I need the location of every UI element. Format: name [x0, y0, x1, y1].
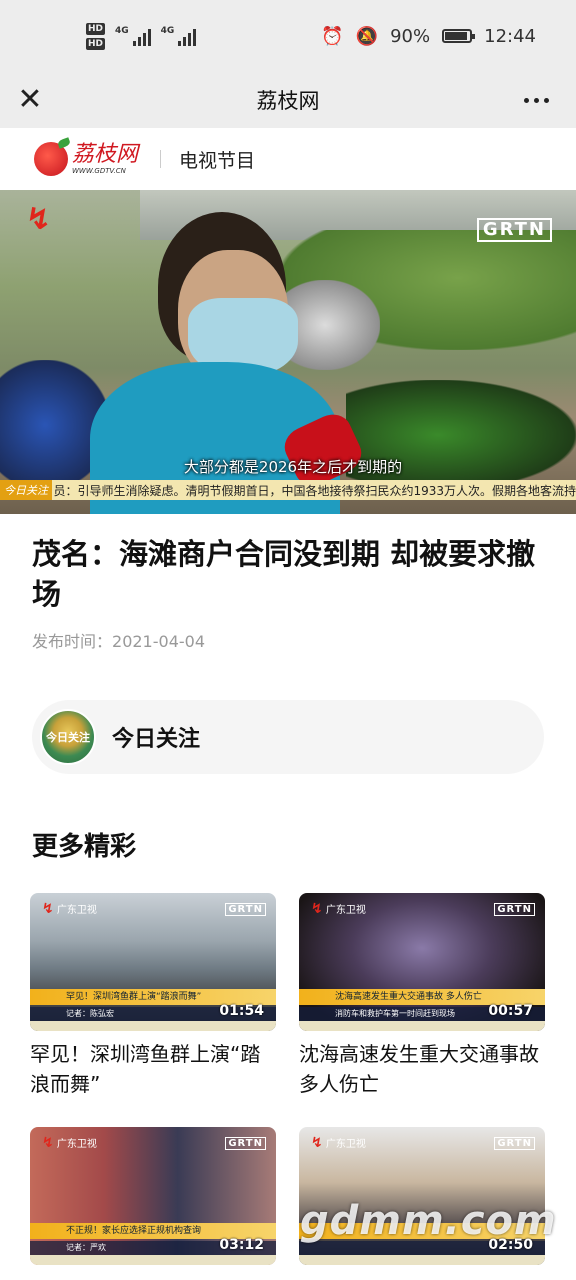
divider [160, 150, 162, 168]
publish-date: 2021-04-04 [112, 632, 205, 651]
section-title: 更多精彩 [32, 832, 137, 862]
channel-mark: GRTN [494, 1137, 535, 1150]
more-dots-icon[interactable] [516, 84, 556, 116]
site-logo[interactable]: 荔枝网 WWW.GDTV.CN [34, 142, 138, 176]
page-title: 荔枝网 [256, 89, 320, 113]
video-card[interactable]: ↯ 广东卫视 GRTN 不正规！家长应选择正规机构查询 记者：严欢 03:12 [30, 1127, 276, 1265]
video-thumbnail[interactable]: ↯ 广东卫视 GRTN 沈海高速发生重大交通事故 多人伤亡 消防车和救护车第一时… [299, 893, 545, 1031]
channel-label: ↯ 广东卫视 [42, 1135, 97, 1151]
ticker-tag: 今日关注 [4, 484, 48, 497]
status-bar: HD HD 4G 4G ⏰ 🔕 90% 12:44 [0, 0, 576, 72]
close-icon[interactable]: ✕ [14, 82, 46, 118]
nav-bar: ✕ 荔枝网 [0, 72, 576, 128]
ticker-text: 员：引导师生消除疑虑。清明节假期首日，中国各地接待祭扫民众约1933万人次。假期… [53, 483, 576, 498]
video-duration: 01:54 [219, 1003, 264, 1019]
channel-label: ↯ 广东卫视 [42, 901, 97, 917]
channel-mark: GRTN [494, 903, 535, 916]
news-ticker: 今日关注 员：引导师生消除疑虑。清明节假期首日，中国各地接待祭扫民众约1933万… [0, 480, 576, 500]
channel-mark: GRTN [225, 1137, 266, 1150]
video-title[interactable]: 罕见！深圳湾鱼群上演“踏浪而舞” [30, 1039, 276, 1099]
channel-mark: GRTN [476, 218, 552, 242]
follow-label: 今日关注 [112, 727, 201, 752]
signal-icon: 4G [115, 26, 151, 46]
video-title[interactable]: 沈海高速发生重大交通事故 多人伤亡 [299, 1039, 545, 1099]
battery-percent: 90% [390, 25, 431, 47]
video-card[interactable]: ↯ 广东卫视 GRTN 罕见！深圳湾鱼群上演“踏浪而舞” 记者：陈弘宏 01:5… [30, 893, 276, 1099]
video-thumbnail[interactable]: ↯ 广东卫视 GRTN 02:50 [299, 1127, 545, 1265]
article-title: 茂名：海滩商户合同没到期 却被要求撤场 [32, 537, 536, 611]
mute-bell-icon: 🔕 [355, 25, 379, 47]
video-thumbnail[interactable]: ↯ 广东卫视 GRTN 不正规！家长应选择正规机构查询 记者：严欢 03:12 [30, 1127, 276, 1265]
hd-badge: HD [86, 37, 106, 50]
channel-label: ↯ 广东卫视 [311, 901, 366, 917]
avatar: 今日关注 [40, 709, 96, 765]
channel-mark: GRTN [225, 903, 266, 916]
video-duration: 00:57 [488, 1003, 533, 1019]
publish-info: 发布时间：2021-04-04 [32, 628, 205, 652]
publish-label: 发布时间： [32, 632, 113, 651]
clock: 12:44 [484, 25, 536, 47]
battery-icon [442, 29, 476, 43]
logo-url: WWW.GDTV.CN [72, 167, 126, 175]
status-bar-right: ⏰ 🔕 90% 12:44 [321, 26, 536, 47]
alarm-icon: ⏰ [321, 25, 344, 47]
lychee-icon [34, 142, 68, 176]
video-card[interactable]: ↯ 广东卫视 GRTN 02:50 [299, 1127, 545, 1265]
hd-badge: HD [86, 22, 106, 35]
network-label: 4G [160, 26, 175, 36]
video-card[interactable]: ↯ 广东卫视 GRTN 沈海高速发生重大交通事故 多人伤亡 消防车和救护车第一时… [299, 893, 545, 1099]
signal-icon: 4G [161, 26, 197, 46]
video-thumbnail[interactable]: ↯ 广东卫视 GRTN 罕见！深圳湾鱼群上演“踏浪而舞” 记者：陈弘宏 01:5… [30, 893, 276, 1031]
station-logo-icon: ↯ [26, 202, 52, 237]
follow-card[interactable]: 今日关注 今日关注 [32, 700, 544, 774]
logo-text: 荔枝网 [72, 142, 139, 167]
video-subtitle: 大部分都是2026年之后才到期的 [183, 458, 403, 476]
hero-video[interactable]: ↯ GRTN 大部分都是2026年之后才到期的 今日关注 员：引导师生消除疑虑。… [0, 190, 576, 514]
video-duration: 03:12 [219, 1237, 264, 1253]
brand-bar: 荔枝网 WWW.GDTV.CN 电视节目 [0, 128, 576, 190]
channel-label: ↯ 广东卫视 [311, 1135, 366, 1151]
section-label[interactable]: 电视节目 [179, 146, 255, 173]
network-label: 4G [115, 26, 129, 36]
status-bar-left: HD HD 4G 4G [86, 22, 197, 50]
hd-badges: HD HD [86, 22, 106, 50]
watermark: gdmm.com [300, 1198, 557, 1244]
